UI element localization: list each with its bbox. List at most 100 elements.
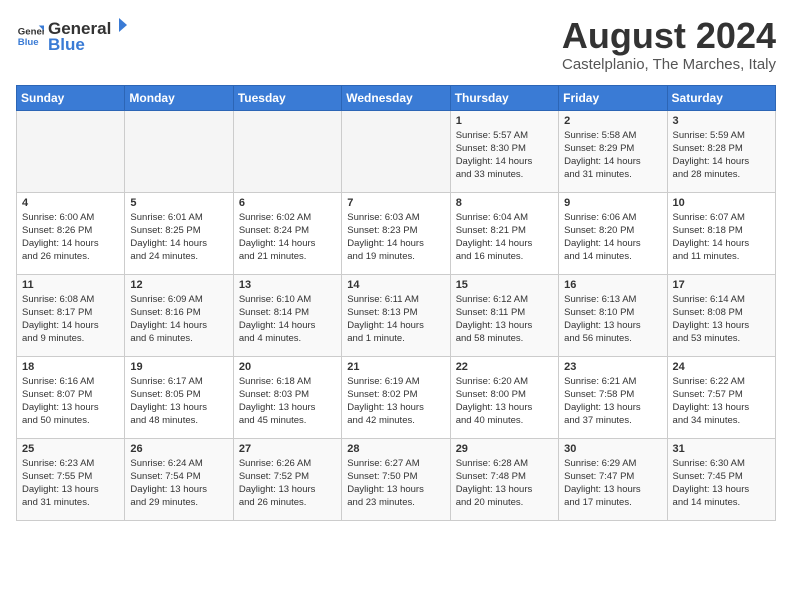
page-header: General Blue General Blue August 2024 Ca… (16, 16, 776, 73)
day-number: 15 (456, 279, 553, 291)
cell-content: Sunrise: 6:28 AM Sunset: 7:48 PM Dayligh… (456, 457, 553, 510)
day-number: 27 (239, 443, 336, 455)
day-number: 16 (564, 279, 661, 291)
weekday-header-wednesday: Wednesday (342, 85, 450, 110)
calendar-cell: 26Sunrise: 6:24 AM Sunset: 7:54 PM Dayli… (125, 438, 233, 520)
calendar-week-row: 11 Sunrise: 6:08 AM Sunset: 8:17 PM Dayli… (17, 274, 776, 356)
day-number: 25 (22, 443, 119, 455)
day-number: 8 (456, 197, 553, 209)
day-number: 24 (673, 361, 770, 373)
calendar-cell: 20Sunrise: 6:18 AM Sunset: 8:03 PM Dayli… (233, 356, 341, 438)
cell-content: Sunrise: 6:20 AM Sunset: 8:00 PM Dayligh… (456, 375, 553, 428)
cell-content: Sunrise: 6:29 AM Sunset: 7:47 PM Dayligh… (564, 457, 661, 510)
day-number: 29 (456, 443, 553, 455)
day-number: 2 (564, 115, 661, 127)
calendar-cell (342, 110, 450, 192)
calendar-cell (17, 110, 125, 192)
calendar-week-row: 18 Sunrise: 6:16 AM Sunset: 8:07 PM Dayli… (17, 356, 776, 438)
day-number: 28 (347, 443, 444, 455)
cell-content: Sunrise: 6:09 AM Sunset: 8:16 PM Dayligh… (130, 293, 227, 346)
day-number: 9 (564, 197, 661, 209)
day-number: 3 (673, 115, 770, 127)
title-area: August 2024 Castelplanio, The Marches, I… (562, 16, 776, 73)
calendar-cell: 18 Sunrise: 6:16 AM Sunset: 8:07 PM Dayli… (17, 356, 125, 438)
day-number: 4 (22, 197, 119, 209)
calendar-cell: 7 Sunrise: 6:03 AM Sunset: 8:23 PM Daylig… (342, 192, 450, 274)
cell-content: Sunrise: 6:30 AM Sunset: 7:45 PM Dayligh… (673, 457, 770, 510)
cell-content: Sunrise: 6:19 AM Sunset: 8:02 PM Dayligh… (347, 375, 444, 428)
cell-content: Sunrise: 5:58 AM Sunset: 8:29 PM Dayligh… (564, 129, 661, 182)
calendar-cell: 19 Sunrise: 6:17 AM Sunset: 8:05 PM Dayli… (125, 356, 233, 438)
calendar-week-row: 1Sunrise: 5:57 AM Sunset: 8:30 PM Daylig… (17, 110, 776, 192)
svg-text:General: General (18, 26, 44, 37)
calendar-cell: 3 Sunrise: 5:59 AM Sunset: 8:28 PM Daylig… (667, 110, 775, 192)
cell-content: Sunrise: 5:57 AM Sunset: 8:30 PM Dayligh… (456, 129, 553, 182)
day-number: 5 (130, 197, 227, 209)
cell-content: Sunrise: 6:02 AM Sunset: 8:24 PM Dayligh… (239, 211, 336, 264)
calendar-cell: 13 Sunrise: 6:10 AM Sunset: 8:14 PM Dayli… (233, 274, 341, 356)
logo: General Blue General Blue (16, 16, 129, 55)
day-number: 6 (239, 197, 336, 209)
calendar-cell: 10Sunrise: 6:07 AM Sunset: 8:18 PM Dayli… (667, 192, 775, 274)
calendar-cell: 14 Sunrise: 6:11 AM Sunset: 8:13 PM Dayli… (342, 274, 450, 356)
day-number: 18 (22, 361, 119, 373)
calendar-week-row: 25 Sunrise: 6:23 AM Sunset: 7:55 PM Dayli… (17, 438, 776, 520)
calendar-cell: 23Sunrise: 6:21 AM Sunset: 7:58 PM Dayli… (559, 356, 667, 438)
calendar-cell: 24 Sunrise: 6:22 AM Sunset: 7:57 PM Dayli… (667, 356, 775, 438)
cell-content: Sunrise: 5:59 AM Sunset: 8:28 PM Dayligh… (673, 129, 770, 182)
calendar-cell: 2 Sunrise: 5:58 AM Sunset: 8:29 PM Daylig… (559, 110, 667, 192)
day-number: 22 (456, 361, 553, 373)
calendar-cell: 1Sunrise: 5:57 AM Sunset: 8:30 PM Daylig… (450, 110, 558, 192)
calendar-cell: 11 Sunrise: 6:08 AM Sunset: 8:17 PM Dayli… (17, 274, 125, 356)
cell-content: Sunrise: 6:06 AM Sunset: 8:20 PM Dayligh… (564, 211, 661, 264)
calendar-cell: 12 Sunrise: 6:09 AM Sunset: 8:16 PM Dayli… (125, 274, 233, 356)
weekday-header-friday: Friday (559, 85, 667, 110)
day-number: 23 (564, 361, 661, 373)
calendar-table: SundayMondayTuesdayWednesdayThursdayFrid… (16, 85, 776, 521)
cell-content: Sunrise: 6:04 AM Sunset: 8:21 PM Dayligh… (456, 211, 553, 264)
cell-content: Sunrise: 6:11 AM Sunset: 8:13 PM Dayligh… (347, 293, 444, 346)
cell-content: Sunrise: 6:01 AM Sunset: 8:25 PM Dayligh… (130, 211, 227, 264)
weekday-header-monday: Monday (125, 85, 233, 110)
day-number: 12 (130, 279, 227, 291)
cell-content: Sunrise: 6:08 AM Sunset: 8:17 PM Dayligh… (22, 293, 119, 346)
cell-content: Sunrise: 6:16 AM Sunset: 8:07 PM Dayligh… (22, 375, 119, 428)
location-title: Castelplanio, The Marches, Italy (562, 56, 776, 73)
cell-content: Sunrise: 6:23 AM Sunset: 7:55 PM Dayligh… (22, 457, 119, 510)
day-number: 19 (130, 361, 227, 373)
calendar-body: 1Sunrise: 5:57 AM Sunset: 8:30 PM Daylig… (17, 110, 776, 520)
day-number: 26 (130, 443, 227, 455)
logo-arrow-icon (111, 16, 129, 34)
calendar-cell: 25 Sunrise: 6:23 AM Sunset: 7:55 PM Dayli… (17, 438, 125, 520)
calendar-cell: 6 Sunrise: 6:02 AM Sunset: 8:24 PM Daylig… (233, 192, 341, 274)
svg-text:Blue: Blue (18, 36, 39, 47)
calendar-cell: 4 Sunrise: 6:00 AM Sunset: 8:26 PM Daylig… (17, 192, 125, 274)
cell-content: Sunrise: 6:14 AM Sunset: 8:08 PM Dayligh… (673, 293, 770, 346)
weekday-header-row: SundayMondayTuesdayWednesdayThursdayFrid… (17, 85, 776, 110)
day-number: 11 (22, 279, 119, 291)
calendar-cell: 22 Sunrise: 6:20 AM Sunset: 8:00 PM Dayli… (450, 356, 558, 438)
cell-content: Sunrise: 6:22 AM Sunset: 7:57 PM Dayligh… (673, 375, 770, 428)
cell-content: Sunrise: 6:18 AM Sunset: 8:03 PM Dayligh… (239, 375, 336, 428)
cell-content: Sunrise: 6:00 AM Sunset: 8:26 PM Dayligh… (22, 211, 119, 264)
weekday-header-saturday: Saturday (667, 85, 775, 110)
day-number: 30 (564, 443, 661, 455)
logo-icon: General Blue (16, 22, 44, 50)
month-title: August 2024 (562, 16, 776, 56)
day-number: 14 (347, 279, 444, 291)
calendar-cell: 27Sunrise: 6:26 AM Sunset: 7:52 PM Dayli… (233, 438, 341, 520)
cell-content: Sunrise: 6:10 AM Sunset: 8:14 PM Dayligh… (239, 293, 336, 346)
calendar-cell: 31Sunrise: 6:30 AM Sunset: 7:45 PM Dayli… (667, 438, 775, 520)
cell-content: Sunrise: 6:17 AM Sunset: 8:05 PM Dayligh… (130, 375, 227, 428)
day-number: 10 (673, 197, 770, 209)
calendar-cell: 30 Sunrise: 6:29 AM Sunset: 7:47 PM Dayli… (559, 438, 667, 520)
calendar-cell: 28Sunrise: 6:27 AM Sunset: 7:50 PM Dayli… (342, 438, 450, 520)
day-number: 13 (239, 279, 336, 291)
calendar-cell: 21Sunrise: 6:19 AM Sunset: 8:02 PM Dayli… (342, 356, 450, 438)
day-number: 7 (347, 197, 444, 209)
cell-content: Sunrise: 6:03 AM Sunset: 8:23 PM Dayligh… (347, 211, 444, 264)
calendar-cell: 9 Sunrise: 6:06 AM Sunset: 8:20 PM Daylig… (559, 192, 667, 274)
weekday-header-tuesday: Tuesday (233, 85, 341, 110)
calendar-cell: 8 Sunrise: 6:04 AM Sunset: 8:21 PM Daylig… (450, 192, 558, 274)
calendar-cell: 15Sunrise: 6:12 AM Sunset: 8:11 PM Dayli… (450, 274, 558, 356)
